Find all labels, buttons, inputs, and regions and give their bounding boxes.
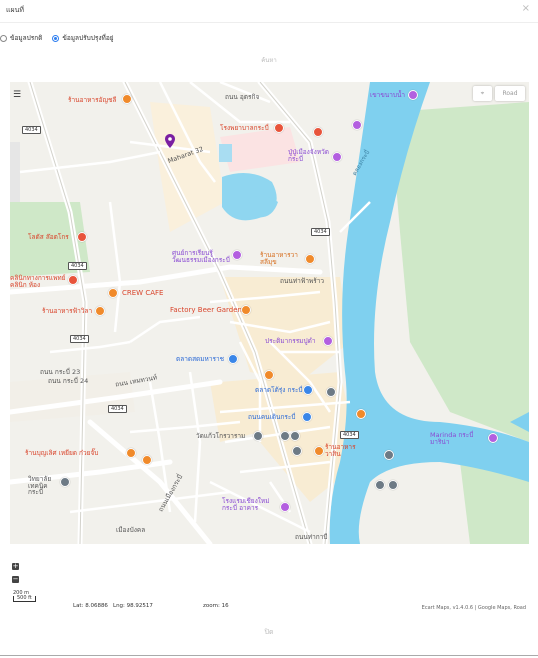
modal-title: แผนที่ <box>6 6 25 14</box>
map-label: เขาขนาบน้ำ <box>370 91 406 99</box>
map-label: วิทยาลัยเทคนิคกระบี่ <box>28 475 52 496</box>
map-label: ถนน กระบี่ 24 <box>48 377 89 385</box>
data-source-radio-group: ข้อมูลปรกติ ข้อมูลปรับปรุงที่อยู่ <box>0 33 124 43</box>
radio-updated-label[interactable]: ข้อมูลปรับปรุงที่อยู่ <box>62 33 113 43</box>
map-attribution: Ecart Maps, v1.4.0.6 | Google Maps, Road <box>421 605 526 611</box>
radio-updated-address[interactable] <box>52 34 60 42</box>
location-pin-icon[interactable] <box>165 134 175 148</box>
marina-pin-icon[interactable] <box>488 433 498 443</box>
footer-divider <box>0 655 538 656</box>
map-label: ร้านอาหารวาสิน <box>325 443 356 458</box>
map-label: ตลาดโต้รุ่ง กระบี่ <box>255 386 303 394</box>
scale-bar: 200 m 500 ft <box>13 590 36 602</box>
close-button[interactable]: ปิด <box>0 627 538 638</box>
bus-stop-icon[interactable] <box>326 387 336 397</box>
beer-garden-pin-icon[interactable] <box>241 305 251 315</box>
header-divider <box>0 22 538 23</box>
road-number-shield: 4034 <box>311 228 330 236</box>
crab-sculpture-pin-icon[interactable] <box>323 336 333 346</box>
poi-pin-icon[interactable] <box>352 120 362 130</box>
map-label: Factory Beer Garden <box>170 306 242 314</box>
hospital-pin-icon[interactable] <box>274 123 284 133</box>
map-label: ประติมากรรมปูดำ <box>265 337 316 345</box>
map-label: เมืองบังคล <box>116 526 146 534</box>
close-icon[interactable]: × <box>522 3 530 14</box>
longitude-readout: Lng: 98.92517 <box>113 603 153 609</box>
road-number-shield: 4034 <box>22 126 41 134</box>
restaurant-pin-icon[interactable] <box>314 446 324 456</box>
map-label: ถนนท่ากาบี <box>295 533 328 541</box>
locate-icon[interactable]: ⌖ <box>473 86 492 101</box>
shrine-pin-icon[interactable] <box>332 152 342 162</box>
restaurant-pin-icon[interactable] <box>264 370 274 380</box>
restaurant-pin-icon[interactable] <box>126 448 136 458</box>
map-label: โรงพยาบาลกระบี่ <box>220 124 269 132</box>
latitude-readout: Lat: 8.06886 <box>73 603 108 609</box>
bus-stop-icon[interactable] <box>375 480 385 490</box>
radio-normal-label[interactable]: ข้อมูลปรกติ <box>10 33 42 43</box>
zoom-in-button[interactable]: + <box>12 563 19 570</box>
map-label: ตลาดสดมหาราช <box>176 355 225 363</box>
map-label: CREW CAFE <box>122 289 164 297</box>
culture-center-pin-icon[interactable] <box>232 250 242 260</box>
clinic-pin-icon[interactable] <box>68 275 78 285</box>
cafe-pin-icon[interactable] <box>108 288 118 298</box>
map-label: คลินิกทางการแพทย์ คลินิก ห้อง <box>10 274 66 289</box>
restaurant-pin-icon[interactable] <box>142 455 152 465</box>
scale-imperial: 500 ft <box>13 596 36 602</box>
map-label: ถนนคนเดินกระบี่ <box>248 413 296 421</box>
road-number-shield: 4034 <box>340 431 359 439</box>
restaurant-pin-icon[interactable] <box>122 94 132 104</box>
restaurant-pin-icon[interactable] <box>356 409 366 419</box>
map-label: ถนน กระบี่ 23 <box>40 368 81 376</box>
map-label: Marinda กระบี่ มาริน่า <box>430 431 474 446</box>
map-label: ถนนท่าฟ้าพร้าว <box>280 277 325 285</box>
restaurant-pin-icon[interactable] <box>305 254 315 264</box>
night-market-pin-icon[interactable] <box>303 385 313 395</box>
mountain-pin-icon[interactable] <box>408 90 418 100</box>
map-label: ศูนย์การเรียนรู้วัฒนธรรมเมืองกระบี่ <box>172 249 230 264</box>
bus-stop-icon[interactable] <box>290 431 300 441</box>
hotel-pin-icon[interactable] <box>280 502 290 512</box>
walking-street-pin-icon[interactable] <box>302 412 312 422</box>
zoom-out-button[interactable]: − <box>12 576 19 583</box>
map-label: ถนน อุตรกิจ <box>225 93 260 101</box>
road-number-shield: 4034 <box>70 335 89 343</box>
map-type-road-button[interactable]: Road <box>495 86 525 101</box>
temple-icon[interactable] <box>253 431 263 441</box>
map-label: โลตัส ล๊อตโกร <box>28 233 69 241</box>
school-icon[interactable] <box>60 477 70 487</box>
store-pin-icon[interactable] <box>77 232 87 242</box>
map-label: โรงแรมเชียงใหม่ กระบี่ อาคาร <box>222 497 270 512</box>
map-label: ร้านบุญเลิศ เหยียด ก๋วยจั๊บ <box>25 449 99 457</box>
restaurant-pin-icon[interactable] <box>95 306 105 316</box>
map-label: ปู่ปู่เมืองจังหวัดกระบี่ <box>288 148 329 163</box>
bus-stop-icon[interactable] <box>280 431 290 441</box>
map-label: ร้านอาหารอัญชลี <box>68 96 117 104</box>
zoom-readout: zoom: 16 <box>203 603 229 609</box>
map-label: ร้านอาหารวาสลีมุข <box>260 251 298 266</box>
bus-stop-icon[interactable] <box>388 480 398 490</box>
map-label: ร้านอาหารฟ้าวิลา <box>42 307 93 315</box>
road-number-shield: 4034 <box>108 405 127 413</box>
bus-stop-icon[interactable] <box>384 450 394 460</box>
layers-icon[interactable]: ☰ <box>13 90 21 100</box>
poi-pin-icon[interactable] <box>313 127 323 137</box>
map-label: วัดแก้วโกรวาราม <box>196 432 246 440</box>
search-label[interactable]: ค้นหา <box>0 55 538 65</box>
map-view[interactable]: ร้านอาหารอัญชลี โรงพยาบาลกระบี่ ปู่ปู่เม… <box>10 82 529 544</box>
market-pin-icon[interactable] <box>228 354 238 364</box>
road-number-shield: 4034 <box>68 262 87 270</box>
bus-stop-icon[interactable] <box>292 446 302 456</box>
radio-normal-data[interactable] <box>0 34 7 42</box>
